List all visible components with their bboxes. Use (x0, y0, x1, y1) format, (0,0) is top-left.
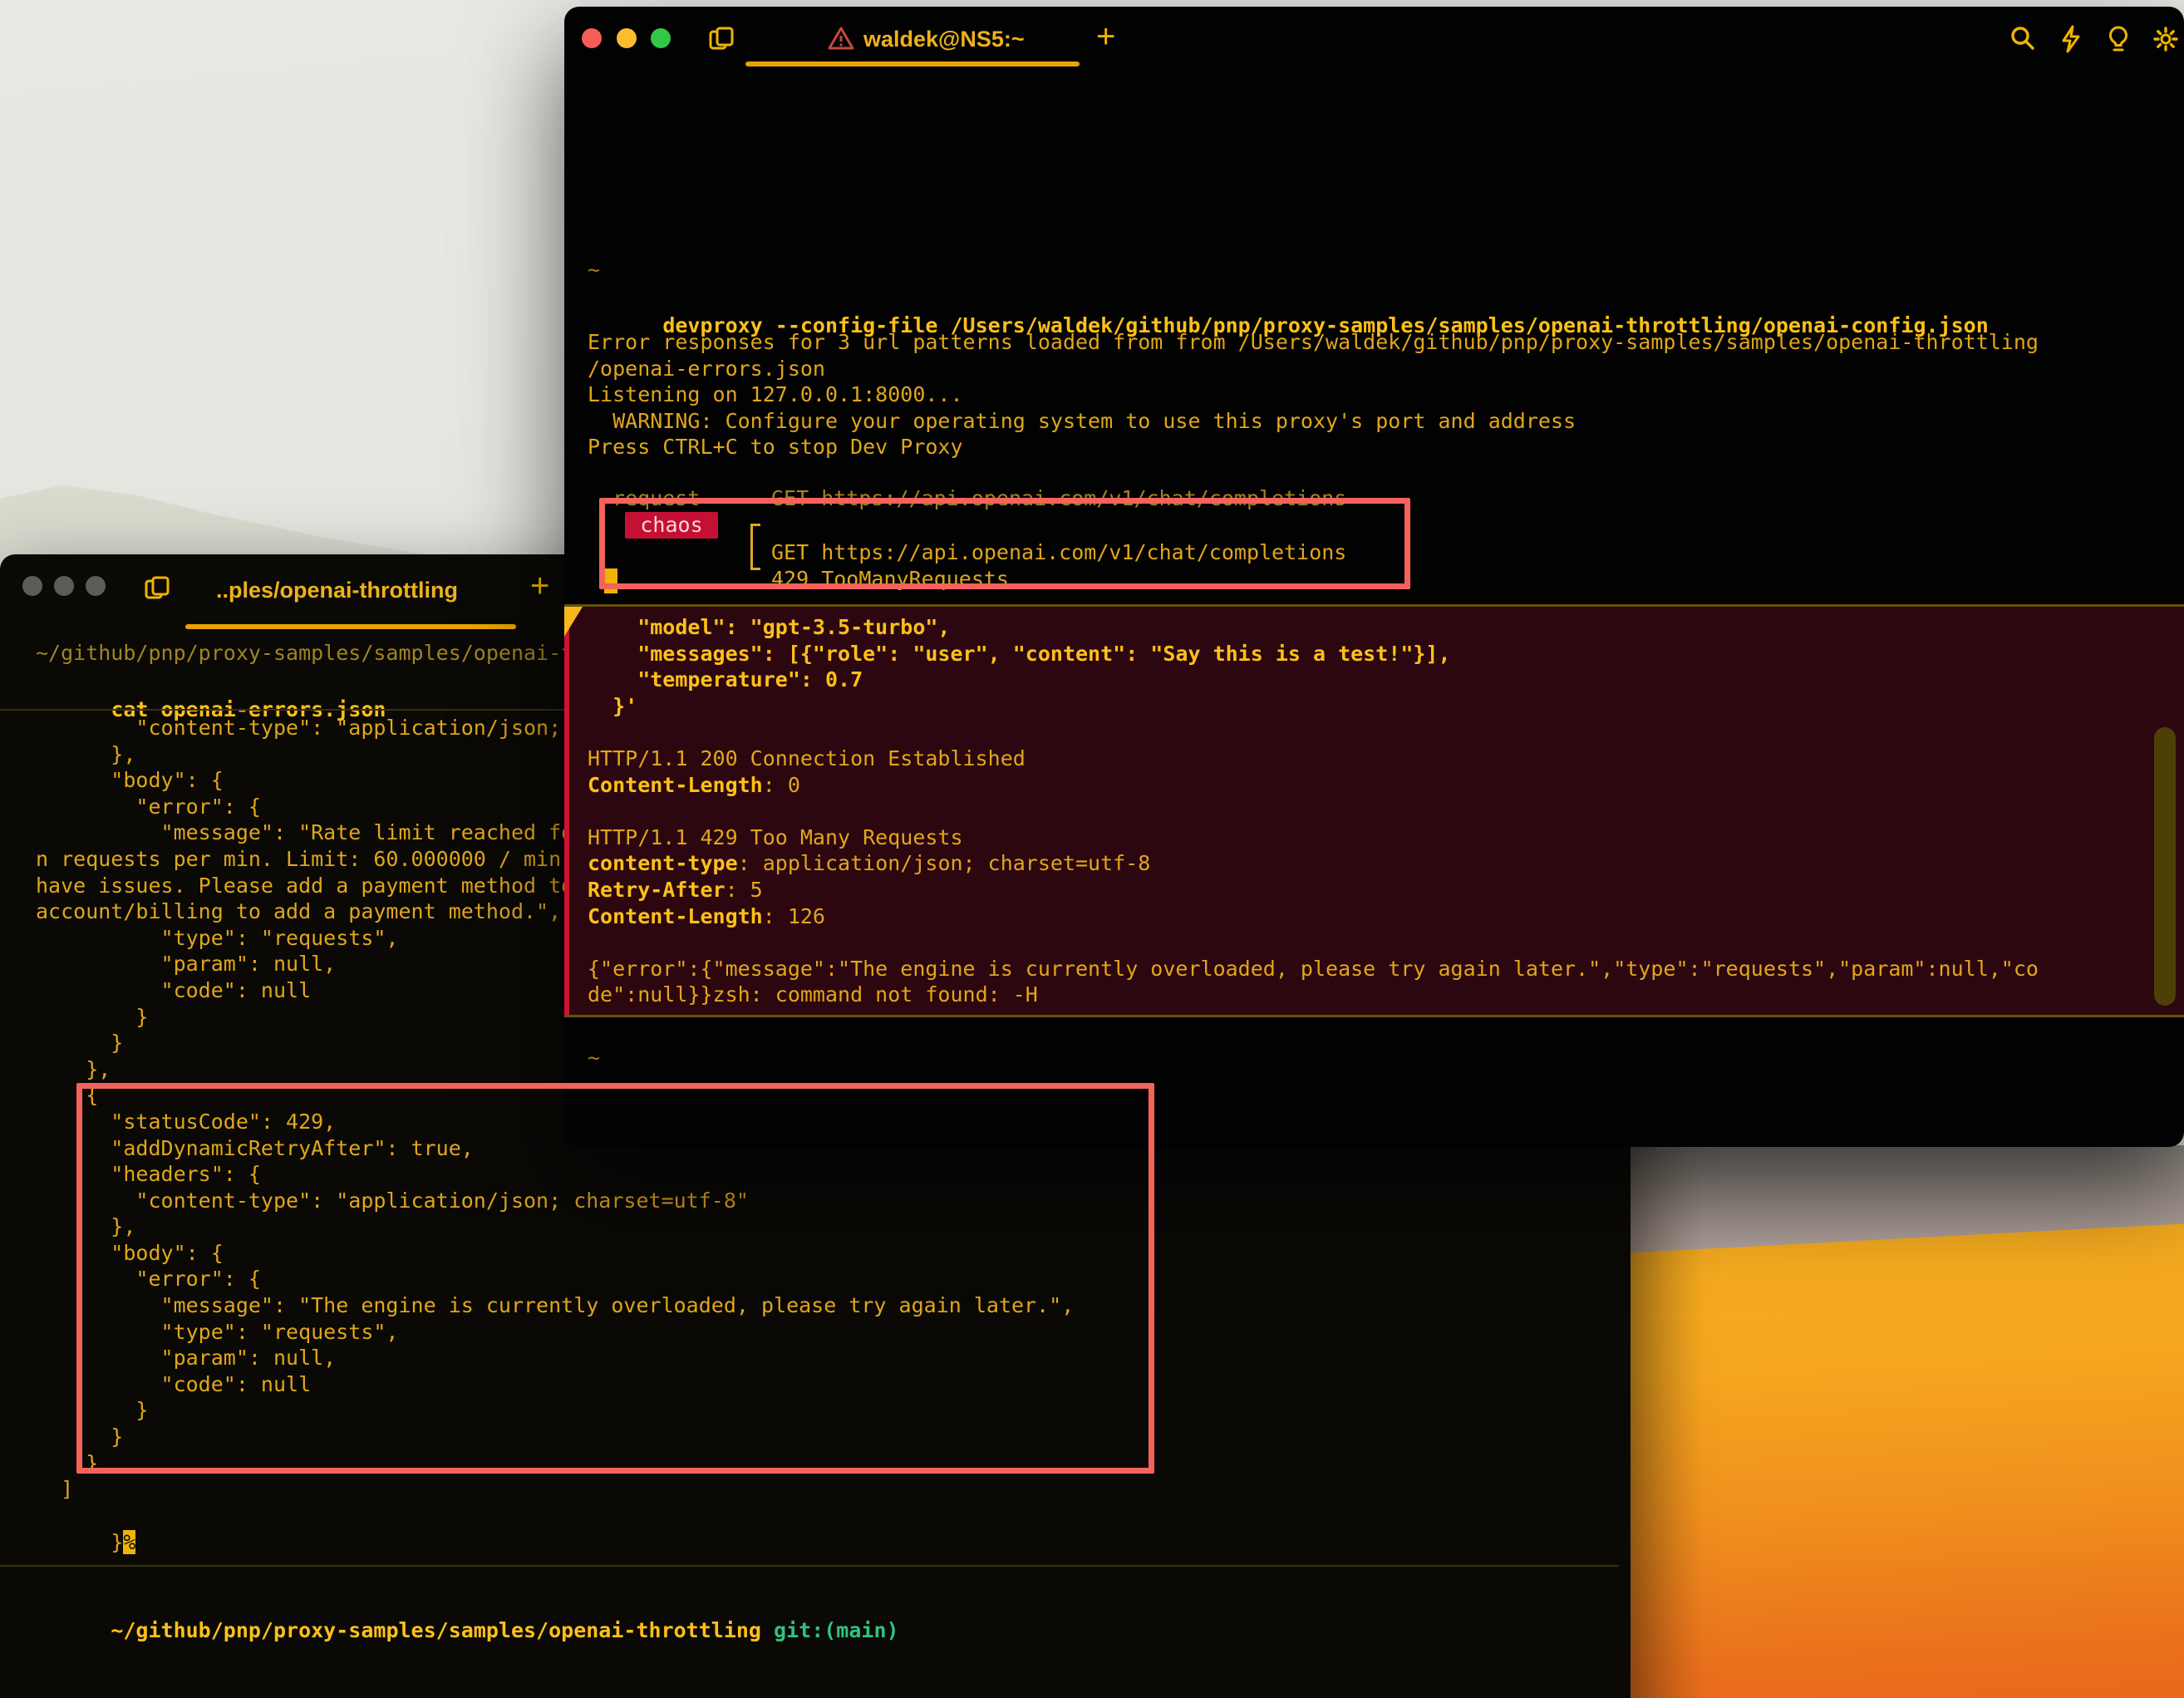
annotation-box-chaos (599, 498, 1410, 589)
zoom-button[interactable] (651, 28, 671, 48)
response-block[interactable]: "model": "gpt-3.5-turbo", "messages": [{… (564, 604, 2184, 1017)
devproxy-output: Error responses for 3 url patterns loade… (588, 329, 2039, 460)
current-prompt-tilde: ~ (588, 1045, 600, 1071)
terminal-line: {"error":{"message":"The engine is curre… (588, 956, 2039, 982)
close-button[interactable] (582, 28, 602, 48)
terminal-line: Error responses for 3 url patterns loade… (588, 329, 2039, 356)
block-corner-marker (564, 607, 583, 637)
search-icon[interactable] (2007, 23, 2039, 55)
tab-waldek-ns5[interactable]: waldek@NS5:~ (863, 27, 1025, 52)
terminal-line: Listening on 127.0.0.1:8000... (588, 381, 2039, 408)
partial-line-cursor: % (123, 1530, 135, 1554)
terminal-line: Press CTRL+C to stop Dev Proxy (588, 434, 2039, 460)
terminal-line: }' (588, 693, 2039, 720)
new-tab-button[interactable]: + (1096, 20, 1115, 53)
terminal-line: HTTP/1.1 429 Too Many Requests (588, 824, 2039, 851)
terminal-line: de":null}}zsh: command not found: -H (588, 982, 2039, 1008)
active-tab-underline (185, 624, 516, 629)
devproxy-command: devproxy --config-file /Users/waldek/git… (588, 286, 1989, 313)
terminal-line (588, 719, 2039, 746)
response-block-text: "model": "gpt-3.5-turbo", "messages": [{… (588, 614, 2039, 1008)
warning-triangle-icon (827, 25, 855, 52)
terminal-line: Content-Length: 0 (588, 772, 2039, 799)
terminal-line (588, 929, 2039, 956)
blocks-icon[interactable] (140, 571, 173, 604)
gear-icon[interactable] (2150, 23, 2182, 55)
lightning-icon[interactable] (2055, 23, 2087, 55)
terminal-line: "temperature": 0.7 (588, 667, 2039, 693)
terminal-line: ] (36, 1476, 1074, 1503)
terminal-line: /openai-errors.json (588, 356, 2039, 382)
front-titlebar[interactable]: waldek@NS5:~ + (564, 7, 2184, 66)
annotation-box-json (76, 1083, 1154, 1474)
terminal-line: "messages": [{"role": "user", "content":… (588, 641, 2039, 667)
cat-command: cat openai-errors.json (36, 670, 386, 696)
close-button[interactable] (22, 576, 42, 596)
lightbulb-icon[interactable] (2103, 23, 2134, 55)
minimize-button[interactable] (617, 28, 637, 48)
terminal-line: Content-Length: 126 (588, 903, 2039, 930)
terminal-line: WARNING: Configure your operating system… (588, 408, 2039, 435)
active-tab-underline (745, 62, 1080, 66)
blocks-icon[interactable] (704, 22, 737, 55)
tab-openai-throttling[interactable]: ..ples/openai-throttling (216, 578, 458, 603)
terminal-line: HTTP/1.1 200 Connection Established (588, 746, 2039, 772)
minimize-button[interactable] (54, 576, 74, 596)
git-branch: git:(main) (774, 1618, 899, 1642)
terminal-line: "model": "gpt-3.5-turbo", (588, 614, 2039, 641)
terminal-line: content-type: application/json; charset=… (588, 850, 2039, 877)
block-separator (0, 1565, 1619, 1567)
new-tab-button[interactable]: + (530, 569, 549, 603)
bottom-prompt: ~/github/pnp/proxy-samples/samples/opena… (36, 1591, 899, 1617)
error-stripe (564, 607, 569, 1015)
json-closing-line: }% (36, 1503, 135, 1529)
previous-prompt-tilde: ~ (588, 257, 600, 283)
desktop: { "colors": { "terminal_yellow": "#e1a61… (0, 0, 2184, 1698)
terminal-line: Retry-After: 5 (588, 877, 2039, 903)
scrollbar-thumb[interactable] (2154, 727, 2176, 1006)
zoom-button[interactable] (86, 576, 106, 596)
terminal-line (588, 798, 2039, 824)
